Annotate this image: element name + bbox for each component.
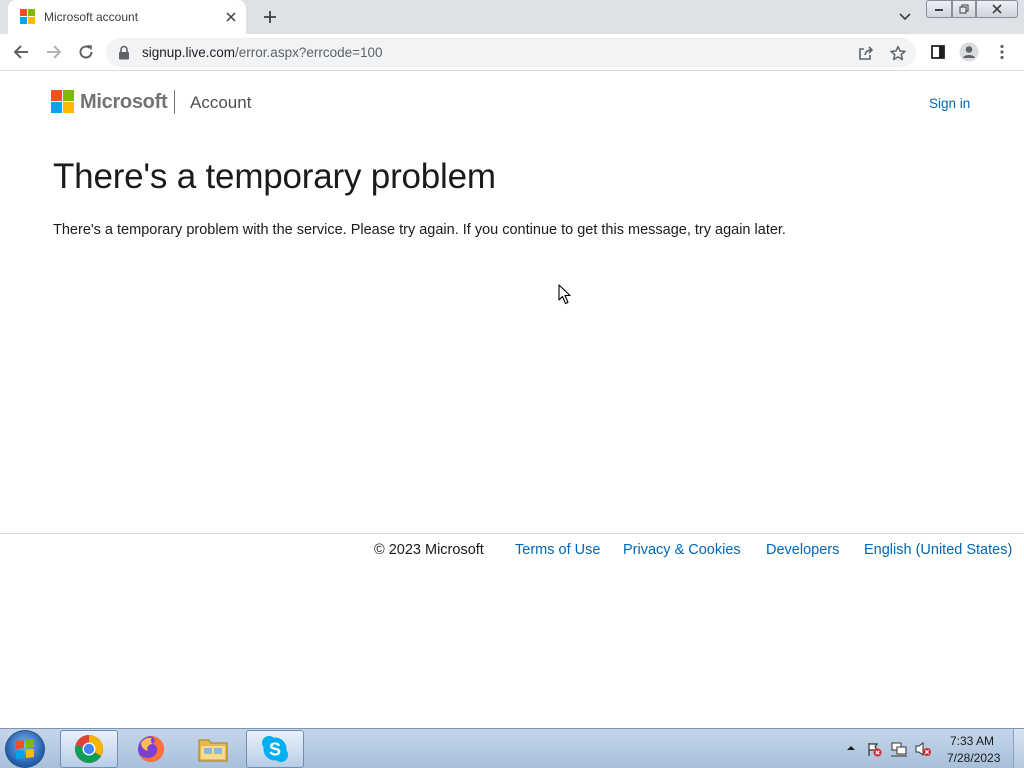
action-center-flag-icon[interactable] (866, 741, 882, 760)
tab-title: Microsoft account (44, 10, 139, 24)
profile-avatar-icon[interactable] (957, 40, 981, 64)
restore-icon[interactable] (952, 0, 976, 18)
terms-of-use-link[interactable]: Terms of Use (515, 542, 600, 558)
reload-icon[interactable] (74, 40, 98, 64)
url-text[interactable]: signup.live.com/error.aspx?errcode=100 (142, 45, 383, 60)
tab-close-icon[interactable] (222, 8, 240, 26)
clock-time[interactable]: 7:33 AM (950, 734, 994, 748)
site-header: Microsoft Account Sign in (0, 72, 1024, 132)
mouse-pointer-icon (558, 284, 571, 305)
file-explorer-icon[interactable] (184, 730, 242, 768)
address-bar[interactable]: signup.live.com/error.aspx?errcode=100 (106, 38, 916, 67)
firefox-icon[interactable] (122, 730, 180, 768)
developers-link[interactable]: Developers (766, 542, 839, 558)
menu-kebab-icon[interactable] (990, 40, 1014, 64)
browser-toolbar: signup.live.com/error.aspx?errcode=100 (0, 34, 1024, 71)
chrome-icon[interactable] (60, 730, 118, 768)
language-link[interactable]: English (United States) (864, 542, 1012, 558)
copyright-text: © 2023 Microsoft (374, 542, 484, 558)
browser-tab[interactable]: Microsoft account (8, 0, 246, 34)
brand-name[interactable]: Microsoft (80, 91, 168, 114)
windows-taskbar: S 7:33 AM 7/28/2023 (0, 728, 1024, 768)
skype-icon[interactable]: S (246, 730, 304, 768)
tab-search-chevron-icon[interactable] (894, 7, 916, 27)
header-divider (174, 90, 175, 114)
share-icon[interactable] (855, 42, 877, 64)
start-button-icon[interactable] (5, 730, 45, 768)
bookmark-star-icon[interactable] (887, 42, 909, 64)
browser-tab-strip: Microsoft account (0, 0, 1024, 34)
lock-icon[interactable] (118, 45, 132, 61)
show-desktop-button[interactable] (1013, 729, 1024, 768)
error-message: There's a temporary problem with the ser… (53, 222, 786, 238)
minimize-icon[interactable] (926, 0, 952, 18)
microsoft-logo-icon[interactable] (51, 90, 74, 113)
forward-arrow-icon[interactable] (42, 40, 66, 64)
clock-date[interactable]: 7/28/2023 (947, 751, 1000, 765)
site-footer: © 2023 Microsoft Terms of Use Privacy & … (0, 533, 1024, 571)
privacy-cookies-link[interactable]: Privacy & Cookies (623, 542, 741, 558)
close-window-icon[interactable] (976, 0, 1018, 18)
sign-in-link[interactable]: Sign in (929, 96, 970, 111)
volume-muted-icon[interactable] (914, 741, 932, 760)
page-title: There's a temporary problem (53, 157, 496, 196)
show-hidden-icons-icon[interactable] (846, 743, 856, 755)
network-icon[interactable] (890, 741, 908, 760)
window-controls (926, 0, 1020, 18)
svg-text:S: S (269, 740, 281, 760)
new-tab-icon[interactable] (258, 5, 282, 29)
side-panel-icon[interactable] (926, 40, 950, 64)
back-arrow-icon[interactable] (9, 40, 33, 64)
section-name[interactable]: Account (190, 93, 251, 113)
microsoft-favicon-icon (20, 9, 35, 24)
